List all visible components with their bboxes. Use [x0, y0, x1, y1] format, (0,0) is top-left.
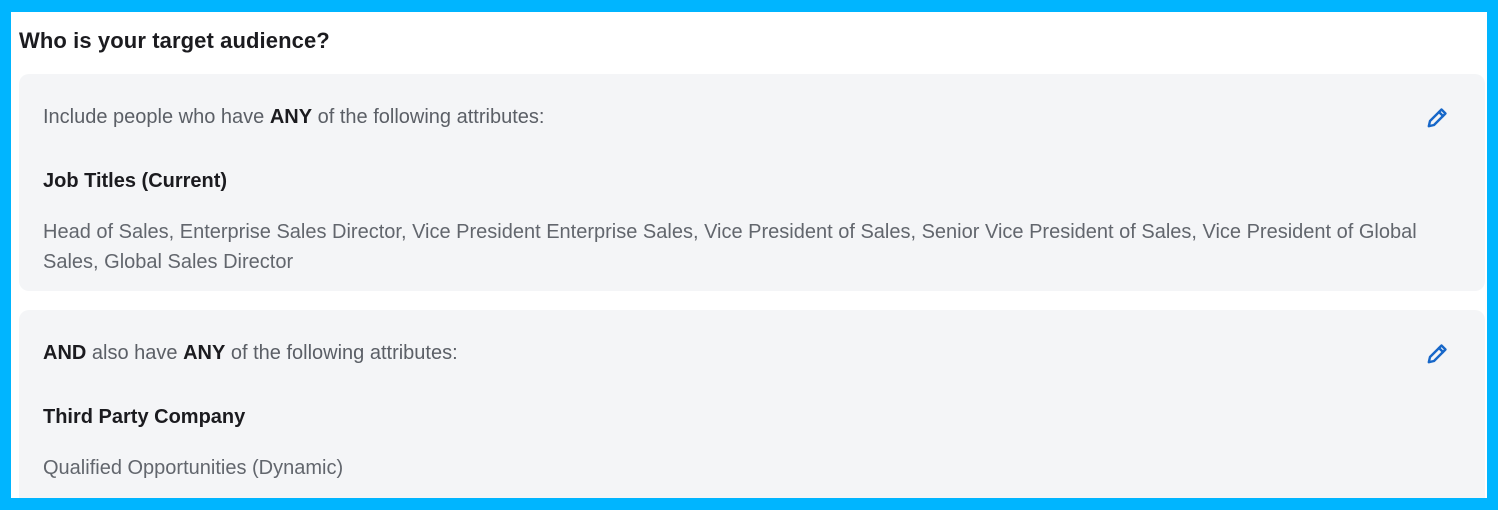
attribute-values: Qualified Opportunities (Dynamic) [43, 457, 344, 479]
page-title: Who is your target audience? [19, 28, 330, 53]
attribute-title: Job Titles (Current) [43, 170, 228, 192]
pencil-icon [1425, 342, 1449, 366]
criteria-any-keyword: ANY [269, 106, 313, 128]
criteria-sentence: Include people who have ANY of the follo… [43, 106, 544, 129]
edit-include-criteria-button[interactable] [1423, 104, 1451, 132]
edit-and-criteria-button[interactable] [1423, 340, 1451, 368]
attribute-values: Head of Sales, Enterprise Sales Director… [43, 221, 1417, 273]
criteria-lead: also have [86, 342, 184, 364]
criteria-and-keyword: AND [43, 342, 87, 364]
and-criteria-card: AND also have ANY of the following attri… [19, 310, 1485, 498]
pencil-icon [1425, 106, 1449, 130]
criteria-tail: of the following attributes: [225, 342, 458, 364]
audience-panel: Who is your target audience? Include peo… [11, 12, 1487, 498]
include-criteria-card: Include people who have ANY of the follo… [19, 74, 1485, 291]
criteria-any-keyword: ANY [183, 342, 226, 364]
criteria-tail: of the following attributes: [312, 106, 545, 128]
criteria-lead: Include people who have [43, 106, 270, 128]
criteria-sentence: AND also have ANY of the following attri… [43, 342, 458, 365]
attribute-title: Third Party Company [43, 406, 246, 428]
